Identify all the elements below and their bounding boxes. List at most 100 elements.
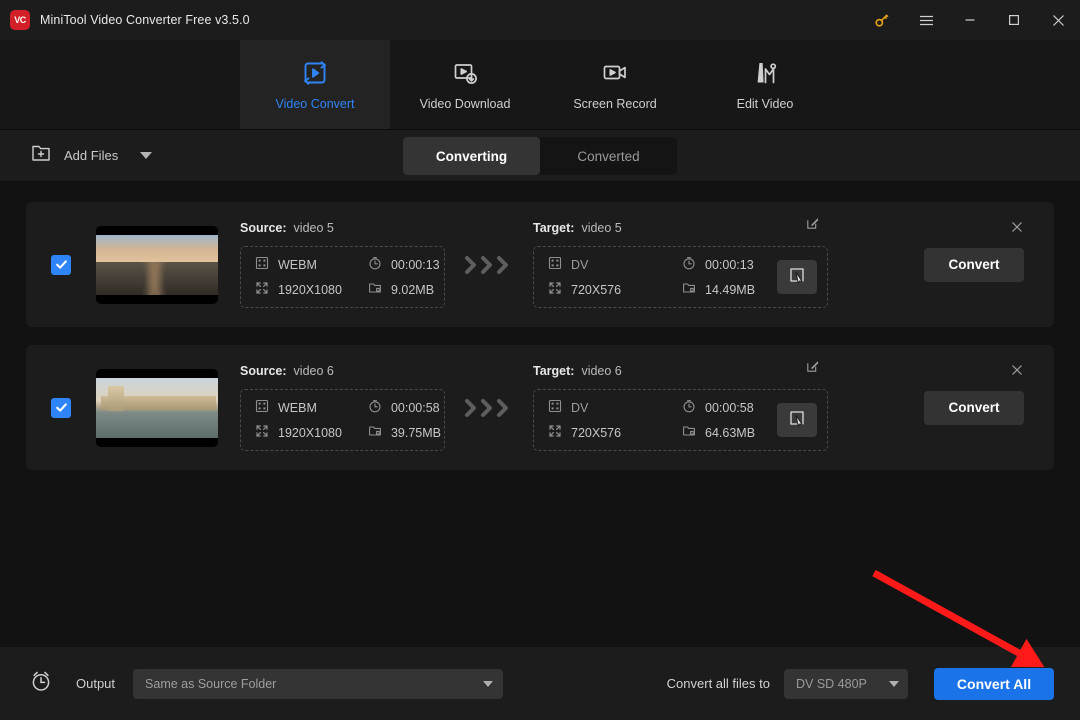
nav-item-video-convert[interactable]: Video Convert xyxy=(240,40,390,129)
app-title: MiniTool Video Converter Free v3.5.0 xyxy=(40,13,250,27)
source-format: WEBM xyxy=(255,256,342,273)
cursor-arrow-icon xyxy=(788,266,806,289)
format-value: DV xyxy=(571,400,589,415)
target-label: Target: xyxy=(533,221,575,235)
target-label: Target: xyxy=(533,364,575,378)
target-format: DV xyxy=(548,256,656,273)
add-files-button[interactable]: Add Files xyxy=(30,142,153,169)
source-resolution: 1920X1080 xyxy=(255,281,342,298)
app-logo-text: VC xyxy=(14,15,26,25)
source-info-box: WEBM 00:00:58 1920X1080 39.75MB xyxy=(240,389,445,451)
nav-label: Edit Video xyxy=(736,97,794,111)
duration-value: 00:00:13 xyxy=(390,257,440,272)
pier-sunset-thumbnail xyxy=(96,225,218,304)
target-name: video 6 xyxy=(581,364,622,378)
source-label: Source: xyxy=(240,221,287,235)
chevron-down-icon xyxy=(889,680,899,687)
resolution-value: 720X576 xyxy=(571,425,622,440)
nav-label: Video Convert xyxy=(275,97,355,111)
close-button[interactable] xyxy=(1036,0,1080,40)
target-name: video 5 xyxy=(581,221,622,235)
output-folder-select[interactable]: Same as Source Folder xyxy=(133,668,504,699)
folder-plus-icon xyxy=(30,142,52,169)
target-title: Target: video 5 xyxy=(533,221,828,235)
row-checkbox[interactable] xyxy=(51,254,71,275)
title-bar: VC MiniTool Video Converter Free v3.5.0 xyxy=(0,0,1080,40)
alarm-clock-icon[interactable] xyxy=(28,668,54,699)
format-icon xyxy=(255,256,269,273)
source-duration: 00:00:58 xyxy=(368,399,441,416)
target-info-box: DV 00:00:58 720X576 64.63MB xyxy=(533,389,828,451)
nav-item-video-download[interactable]: Video Download xyxy=(390,40,540,129)
app-window: VC MiniTool Video Converter Free v3.5.0 xyxy=(0,0,1080,720)
conversion-arrows-icon xyxy=(461,397,517,419)
source-block: Source: video 5 WEBM 00:00:13 1920X1080 … xyxy=(240,221,445,308)
file-list: Source: video 5 WEBM 00:00:13 1920X1080 … xyxy=(0,182,1080,647)
output-preset-select[interactable]: DV SD 480P xyxy=(784,668,908,699)
target-resolution: 720X576 xyxy=(548,281,656,298)
tab-converted[interactable]: Converted xyxy=(540,137,677,175)
add-files-label: Add Files xyxy=(64,148,119,163)
select-target-button[interactable] xyxy=(777,403,817,437)
clock-icon xyxy=(682,399,696,416)
edit-target-icon[interactable] xyxy=(806,216,820,235)
convert-button[interactable]: Convert xyxy=(924,390,1024,425)
format-value: WEBM xyxy=(278,400,317,415)
file-size-icon xyxy=(368,424,382,441)
resize-icon xyxy=(548,281,562,298)
target-format: DV xyxy=(548,399,656,416)
format-value: WEBM xyxy=(278,257,317,272)
convert-all-button[interactable]: Convert All xyxy=(934,667,1054,700)
resolution-value: 720X576 xyxy=(571,282,622,297)
maximize-button[interactable] xyxy=(992,0,1036,40)
resize-icon xyxy=(255,281,269,298)
source-format: WEBM xyxy=(255,399,342,416)
file-size-icon xyxy=(682,281,696,298)
minimize-button[interactable] xyxy=(948,0,992,40)
hamburger-menu-icon[interactable] xyxy=(904,0,948,40)
main-nav: Video Convert Video Download Screen Reco… xyxy=(0,40,1080,130)
converting-converted-tabs: Converting Converted xyxy=(403,137,677,175)
format-icon xyxy=(548,256,562,273)
convert-button[interactable]: Convert xyxy=(924,247,1024,282)
output-label: Output xyxy=(76,676,116,691)
select-target-button[interactable] xyxy=(777,260,817,294)
size-value: 64.63MB xyxy=(705,425,756,440)
chevron-down-icon[interactable] xyxy=(140,152,153,159)
bottom-bar: Output Same as Source Folder Convert all… xyxy=(0,647,1080,720)
source-label: Source: xyxy=(240,364,287,378)
conversion-arrows-icon xyxy=(461,254,517,276)
video-download-icon xyxy=(450,58,480,88)
video-convert-icon xyxy=(300,58,330,88)
size-value: 9.02MB xyxy=(390,282,435,297)
source-size: 9.02MB xyxy=(368,281,440,298)
resolution-value: 1920X1080 xyxy=(278,282,342,297)
remove-row-button[interactable] xyxy=(1008,218,1026,236)
source-block: Source: video 6 WEBM 00:00:58 1920X1080 … xyxy=(240,364,445,451)
nav-item-edit-video[interactable]: Edit Video xyxy=(690,40,840,129)
tab-converting[interactable]: Converting xyxy=(403,137,540,175)
format-value: DV xyxy=(571,257,589,272)
key-icon[interactable] xyxy=(860,0,904,40)
format-icon xyxy=(548,399,562,416)
duration-value: 00:00:13 xyxy=(705,257,754,272)
size-value: 14.49MB xyxy=(705,282,756,297)
size-value: 39.75MB xyxy=(390,425,441,440)
resize-icon xyxy=(548,424,562,441)
row-checkbox[interactable] xyxy=(51,397,71,418)
resize-icon xyxy=(255,424,269,441)
source-name: video 5 xyxy=(293,221,334,235)
clock-icon xyxy=(368,399,382,416)
target-info-box: DV 00:00:13 720X576 14.49MB xyxy=(533,246,828,308)
duration-value: 00:00:58 xyxy=(390,400,440,415)
source-info-box: WEBM 00:00:13 1920X1080 9.02MB xyxy=(240,246,445,308)
file-size-icon xyxy=(682,424,696,441)
duration-value: 00:00:58 xyxy=(705,400,754,415)
nav-item-screen-record[interactable]: Screen Record xyxy=(540,40,690,129)
remove-row-button[interactable] xyxy=(1008,361,1026,379)
table-row: Source: video 5 WEBM 00:00:13 1920X1080 … xyxy=(26,202,1054,327)
edit-target-icon[interactable] xyxy=(806,359,820,378)
source-title: Source: video 6 xyxy=(240,364,445,378)
app-logo-icon: VC xyxy=(10,10,30,30)
output-folder-value: Same as Source Folder xyxy=(145,676,277,691)
